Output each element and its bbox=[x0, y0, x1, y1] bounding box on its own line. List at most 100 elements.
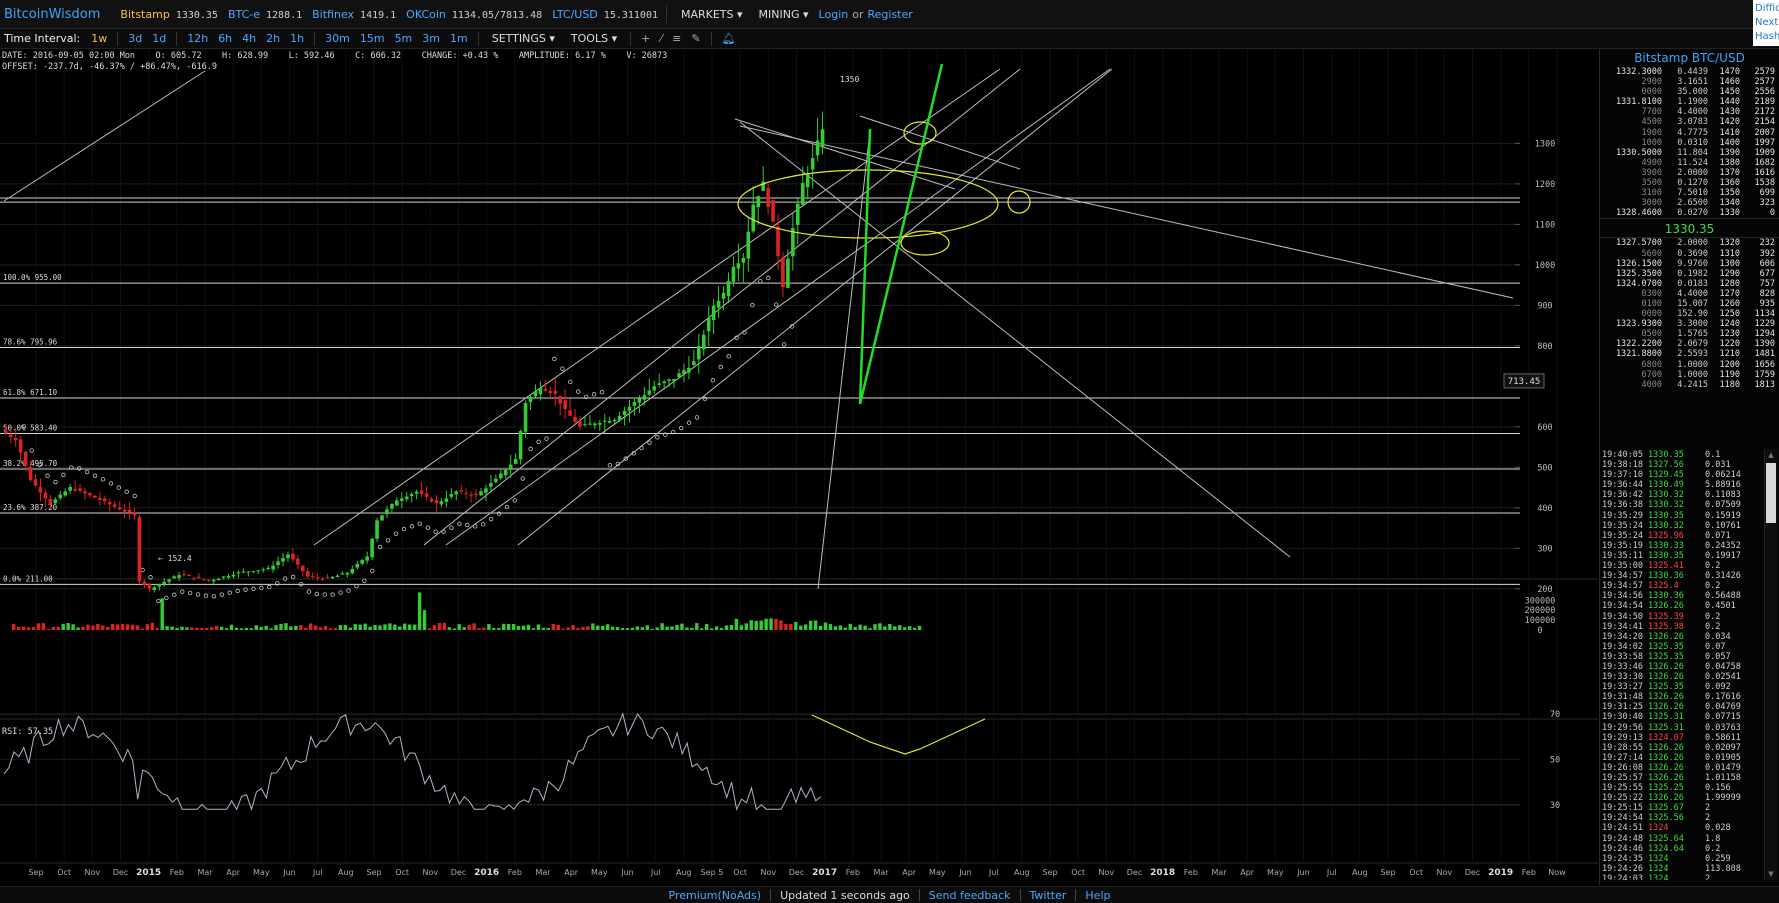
volume-bar bbox=[878, 623, 882, 630]
bid-row[interactable]: 1321.8800 2.5593 1210 1481 bbox=[1600, 349, 1779, 359]
ask-row[interactable]: 7700 4.4000 1430 2172 bbox=[1600, 107, 1779, 117]
feedback-link[interactable]: Send feedback bbox=[920, 889, 1020, 902]
market-item-okcoin[interactable]: OKCoin 1134.05/7813.48 bbox=[396, 8, 542, 21]
candle-body bbox=[83, 491, 87, 494]
difficulty-panel[interactable]: Diffic Next Hash bbox=[1753, 0, 1779, 46]
trade-time: 19:24:46 bbox=[1602, 843, 1643, 854]
pen-tool-icon[interactable]: ✎ bbox=[691, 32, 700, 45]
interval-1d[interactable]: 1d bbox=[152, 32, 166, 45]
ask-row[interactable]: 4900 11.524 1380 1682 bbox=[1600, 158, 1779, 168]
trade-price: 1325.38 bbox=[1648, 621, 1684, 632]
price-tick-label: 500 bbox=[1537, 463, 1552, 473]
premium-link[interactable]: Premium(NoAds) bbox=[660, 889, 771, 902]
interval-4h[interactable]: 4h bbox=[242, 32, 256, 45]
candle-body bbox=[226, 575, 231, 578]
bid-row[interactable]: 1322.2200 2.0679 1220 1390 bbox=[1600, 339, 1779, 349]
ask-row[interactable]: 1900 4.7775 1410 2007 bbox=[1600, 128, 1779, 138]
time-tick-label: Jul bbox=[650, 868, 661, 877]
volume-bar bbox=[724, 625, 729, 630]
bid-row[interactable]: 0000 152.90 1250 1134 bbox=[1600, 309, 1779, 319]
candle-body bbox=[98, 497, 102, 500]
price-chart[interactable]: 100.0% 955.0078.6% 795.9661.8% 671.1050.… bbox=[0, 49, 1598, 885]
crosshair-icon[interactable]: + bbox=[641, 32, 650, 45]
candle-body bbox=[301, 565, 305, 572]
bid-row[interactable]: 1326.1500 9.9760 1300 606 bbox=[1600, 259, 1779, 269]
register-link[interactable]: Register bbox=[868, 8, 913, 21]
ask-price: 3000 bbox=[1641, 198, 1662, 209]
scroll-up-icon[interactable]: ▲ bbox=[1765, 449, 1777, 461]
volume-bar bbox=[358, 624, 362, 630]
interval-12h[interactable]: 12h bbox=[187, 32, 208, 45]
trade-amount: 0.2 bbox=[1705, 621, 1721, 632]
twitter-link[interactable]: Twitter bbox=[1021, 889, 1076, 902]
interval-30m[interactable]: 30m bbox=[325, 32, 350, 45]
login-link[interactable]: Login bbox=[819, 8, 849, 21]
volume-bar bbox=[556, 624, 560, 630]
market-item-btc-e[interactable]: BTC-e 1288.1 bbox=[218, 8, 302, 21]
ask-row[interactable]: 3000 2.6500 1340 323 bbox=[1600, 198, 1779, 208]
volume-bar bbox=[264, 625, 268, 630]
scroll-thumb[interactable] bbox=[1766, 463, 1776, 523]
candle-body bbox=[28, 466, 33, 481]
bid-row[interactable]: 1324.0700 0.0183 1280 757 bbox=[1600, 279, 1779, 289]
interval-6h[interactable]: 6h bbox=[218, 32, 232, 45]
interval-3d[interactable]: 3d bbox=[128, 32, 142, 45]
bid-row[interactable]: 0500 1.5765 1230 1294 bbox=[1600, 329, 1779, 339]
settings-menu[interactable]: SETTINGS ▾ bbox=[492, 32, 555, 45]
ask-row[interactable]: 1328.4600 0.0270 1330 0 bbox=[1600, 208, 1779, 218]
bid-row[interactable]: 1325.3500 0.1982 1290 677 bbox=[1600, 269, 1779, 279]
bid-row[interactable]: 4000 4.2415 1180 1813 bbox=[1600, 380, 1779, 390]
interval-1w[interactable]: 1w bbox=[91, 32, 107, 45]
bid-row[interactable]: 0300 4.4000 1270 828 bbox=[1600, 289, 1779, 299]
ask-cumulative: 699 bbox=[1759, 188, 1775, 199]
bid-level: 1240 bbox=[1719, 319, 1740, 330]
candle-body bbox=[310, 576, 315, 578]
bid-level: 1270 bbox=[1719, 288, 1740, 299]
bid-row[interactable]: 1327.5700 2.0000 1320 232 bbox=[1600, 238, 1779, 248]
ask-row[interactable]: 1331.8100 1.1900 1440 2189 bbox=[1600, 97, 1779, 107]
interval-1h[interactable]: 1h bbox=[290, 32, 304, 45]
bid-row[interactable]: 1323.9300 3.3000 1240 1229 bbox=[1600, 319, 1779, 329]
ask-row[interactable]: 2900 3.1651 1460 2577 bbox=[1600, 77, 1779, 87]
brand-logo[interactable]: BitcoinWisdom bbox=[0, 7, 110, 22]
ask-row[interactable]: 3100 7.5010 1350 699 bbox=[1600, 188, 1779, 198]
fib-tool-icon[interactable]: ≡ bbox=[672, 32, 681, 45]
ask-row[interactable]: 3500 0.1270 1360 1538 bbox=[1600, 178, 1779, 188]
scroll-down-icon[interactable]: ▼ bbox=[1765, 868, 1777, 880]
trades-scrollbar[interactable]: ▲ ▼ bbox=[1764, 449, 1777, 880]
bid-row[interactable]: 0100 15.007 1260 935 bbox=[1600, 299, 1779, 309]
bid-row[interactable]: 6800 1.0000 1200 1656 bbox=[1600, 360, 1779, 370]
ask-row[interactable]: 1332.3000 0.4439 1470 2579 bbox=[1600, 67, 1779, 77]
volume-bar bbox=[66, 622, 70, 630]
mining-menu[interactable]: MINING ▾ bbox=[759, 8, 809, 21]
candle-body bbox=[286, 554, 290, 559]
volume-bar bbox=[318, 627, 323, 630]
line-tool-icon[interactable]: ⁄ bbox=[660, 32, 662, 45]
market-item-bitstamp[interactable]: Bitstamp 1330.35 bbox=[110, 8, 218, 21]
interval-1m[interactable]: 1m bbox=[450, 32, 468, 45]
markets-menu[interactable]: MARKETS ▾ bbox=[681, 8, 743, 21]
market-item-bitfinex[interactable]: Bitfinex 1419.1 bbox=[302, 8, 396, 21]
ask-row[interactable]: 1330.5000 11.804 1390 1909 bbox=[1600, 148, 1779, 158]
ask-row[interactable]: 3900 2.0000 1370 1616 bbox=[1600, 168, 1779, 178]
bid-amount: 152.90 bbox=[1677, 309, 1708, 320]
interval-2h[interactable]: 2h bbox=[266, 32, 280, 45]
bid-row[interactable]: 6700 1.0000 1190 1759 bbox=[1600, 370, 1779, 380]
volume-bar bbox=[26, 627, 31, 630]
sar-dot bbox=[480, 522, 486, 527]
trade-price: 1326.26 bbox=[1648, 793, 1684, 804]
volume-bar bbox=[714, 626, 719, 630]
interval-5m[interactable]: 5m bbox=[395, 32, 413, 45]
ask-row[interactable]: 4500 3.0783 1420 2154 bbox=[1600, 117, 1779, 127]
interval-15m[interactable]: 15m bbox=[360, 32, 385, 45]
interval-3m[interactable]: 3m bbox=[422, 32, 440, 45]
trade-price: 1330.32 bbox=[1648, 500, 1684, 511]
tools-menu[interactable]: TOOLS ▾ bbox=[571, 32, 617, 45]
ask-row[interactable]: 0000 35.000 1450 2556 bbox=[1600, 87, 1779, 97]
bid-row[interactable]: 5600 0.3690 1310 392 bbox=[1600, 249, 1779, 259]
help-link[interactable]: Help bbox=[1076, 889, 1119, 902]
market-item-ltc-usd[interactable]: LTC/USD 15.311001 bbox=[542, 8, 658, 21]
trade-row: 19:31:48 1326.26 0.17616 bbox=[1602, 692, 1774, 702]
bell-icon[interactable]: 🔔︎ bbox=[722, 32, 736, 45]
ask-row[interactable]: 1000 0.0310 1400 1997 bbox=[1600, 138, 1779, 148]
